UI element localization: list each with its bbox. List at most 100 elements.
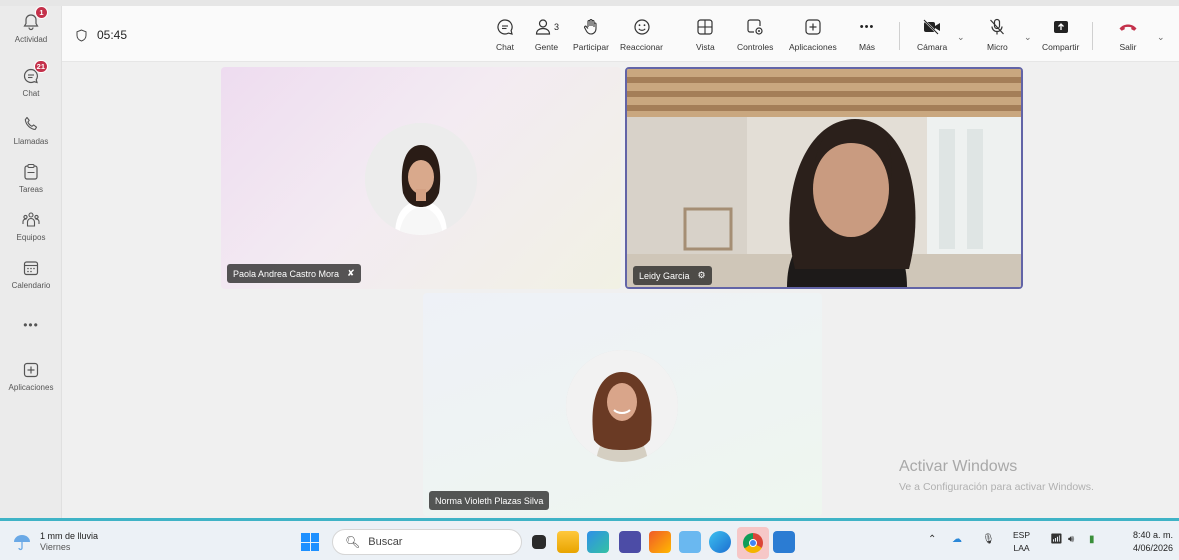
clock-date: 4/06/2026 [1132,543,1173,553]
participant-video [627,69,1021,287]
rail-label: Equipos [16,233,46,242]
rail-label: Aplicaciones [8,383,54,392]
presenter-icon: ⚙ [697,270,706,280]
teams-people-icon [21,210,41,230]
windows-start-icon[interactable] [301,533,319,551]
add-app-icon [21,360,41,380]
mic-button[interactable]: Micro [987,16,1008,60]
rail-item-equipos[interactable]: Equipos [0,210,62,254]
language-indicator[interactable]: ESP LAA [1013,529,1030,555]
word-icon[interactable] [773,531,795,553]
lang-line2: LAA [1013,543,1030,553]
leave-button[interactable]: Salir [1118,16,1138,60]
mic-chevron-down-icon[interactable]: ⌄ [1024,32,1032,43]
weather-day: Viernes [40,542,71,552]
file-explorer-icon[interactable] [557,531,579,553]
react-button[interactable]: Reaccionar [620,16,663,60]
rail-more-button[interactable]: ••• [0,318,62,332]
volume-icon[interactable]: 🔊︎ [1068,534,1074,545]
camera-button[interactable]: Cámara [917,16,947,60]
participant-tile[interactable]: Norma Violeth Plazas Silva [423,293,822,516]
rail-item-chat[interactable]: 21 Chat [0,60,62,110]
more-label: Más [859,42,876,52]
mic-off-icon [988,16,1006,38]
share-icon [1052,16,1070,38]
chat-bubble-icon: 21 [21,60,48,86]
people-icon: 3 [534,16,559,38]
raise-hand-button[interactable]: Participar [573,16,609,60]
chevron-up-icon[interactable]: ⌃ [928,534,936,545]
rail-label: Calendario [11,281,51,290]
more-button[interactable]: ••• Más [859,16,875,60]
chat-badge: 21 [33,60,48,73]
view-button[interactable]: Vista [696,16,715,60]
app-rail: 1 Actividad 21 Chat Llamadas Tareas Equi… [0,6,62,518]
rail-item-actividad[interactable]: 1 Actividad [0,6,62,56]
rail-item-tareas[interactable]: Tareas [0,162,62,206]
controls-button[interactable]: Controles [737,16,773,60]
apps-button[interactable]: Aplicaciones [789,16,837,60]
shield-icon [76,28,87,42]
participant-tile[interactable]: Paola Andrea Castro Mora ✘ [221,67,621,289]
rail-item-calendario[interactable]: Calendario [0,258,62,302]
clipboard-icon [21,162,41,182]
store-icon[interactable] [587,531,609,553]
mic-muted-icon: ✘ [347,268,355,278]
edge-icon[interactable] [709,531,731,553]
participant-avatar [566,350,678,462]
task-view-icon[interactable] [532,535,546,549]
phone-icon [21,114,41,134]
toolbar-divider [1092,22,1093,50]
apps-label: Aplicaciones [789,42,837,52]
windows-taskbar: 1 mm de lluvia Viernes 🔍︎ Buscar ⌃ ☁ 🎙︎ … [0,518,1179,560]
rail-label: Chat [22,89,40,98]
people-count: 3 [554,22,560,32]
search-placeholder: Buscar [368,536,403,548]
teams-taskbar-icon[interactable] [619,531,641,553]
clock-time: 8:40 a. m. [1132,530,1173,540]
lang-line1: ESP [1013,530,1031,540]
react-label: Reaccionar [620,42,663,52]
activity-badge: 1 [35,6,48,19]
participant-nametag: Norma Violeth Plazas Silva [429,491,550,510]
meeting-timer: 05:45 [76,28,127,42]
avatar-photo [365,123,477,235]
rail-label: Actividad [14,35,48,44]
office-icon[interactable] [649,531,671,553]
participant-avatar [365,123,477,235]
bell-icon: 1 [21,6,48,32]
mic-tray-icon[interactable]: 🎙︎ [982,534,995,545]
camera-chevron-down-icon[interactable]: ⌄ [957,32,965,43]
hang-up-icon [1118,16,1138,38]
umbrella-icon [14,535,30,551]
system-clock[interactable]: 8:40 a. m. 4/06/2026 [1133,529,1173,555]
battery-icon[interactable]: ▮ [1089,534,1095,545]
network-app-icon[interactable] [679,531,701,553]
rail-item-llamadas[interactable]: Llamadas [0,114,62,158]
participant-nametag: Leidy Garcia ⚙ [633,266,712,285]
rail-label: Tareas [18,185,43,194]
teams-window: 1 Actividad 21 Chat Llamadas Tareas Equi… [0,0,1179,518]
participant-tile-active-speaker[interactable]: Leidy Garcia ⚙ [625,67,1023,289]
people-toolbar-button[interactable]: 3 Gente [534,16,559,60]
weather-widget[interactable]: 1 mm de lluvia Viernes [12,531,98,553]
wifi-icon[interactable]: 📶︎ [1050,534,1063,545]
search-icon: 🔍︎ [345,535,361,549]
raise-hand-label: Participar [573,42,609,52]
share-button[interactable]: Compartir [1042,16,1079,60]
toolbar-divider [899,22,900,50]
mic-label: Micro [987,42,1008,52]
calendar-icon [21,258,41,278]
chat-toolbar-button[interactable]: Chat [496,16,514,60]
onedrive-icon[interactable]: ☁ [952,534,962,545]
rail-item-aplicaciones[interactable]: Aplicaciones [0,360,62,404]
chrome-icon-active[interactable] [737,527,769,559]
add-icon [804,16,822,38]
leave-label: Salir [1119,42,1137,52]
participant-name: Paola Andrea Castro Mora [233,268,340,279]
participant-nametag: Paola Andrea Castro Mora ✘ [227,264,361,283]
taskbar-search[interactable]: 🔍︎ Buscar [332,529,522,555]
share-label: Compartir [1042,42,1080,52]
leave-chevron-down-icon[interactable]: ⌄ [1157,32,1165,43]
activate-windows-title: Activar Windows [899,458,1018,475]
